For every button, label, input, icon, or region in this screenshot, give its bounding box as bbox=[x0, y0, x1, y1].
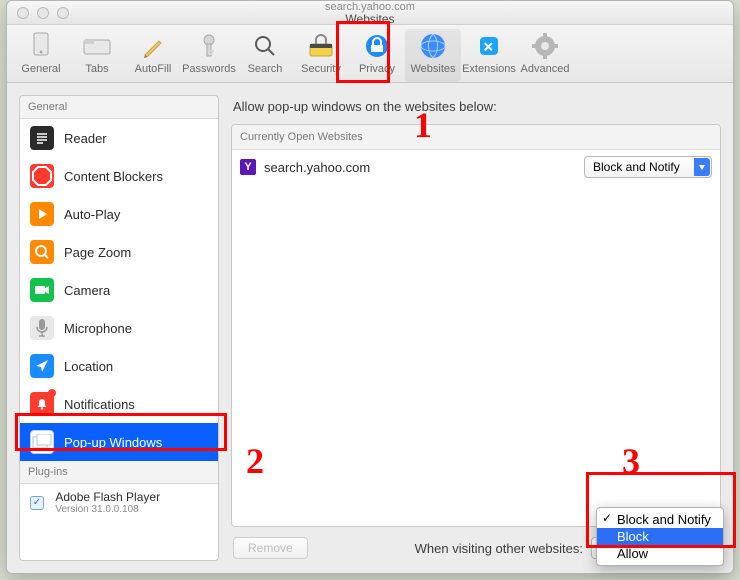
default-setting-menu[interactable]: Block and Notify Block Allow bbox=[596, 507, 724, 566]
camera-icon bbox=[30, 278, 54, 302]
microphone-icon bbox=[30, 316, 54, 340]
reader-icon bbox=[30, 126, 54, 150]
toolbar-label: Extensions bbox=[462, 63, 516, 75]
location-icon bbox=[30, 354, 54, 378]
main-heading: Allow pop-up windows on the websites bel… bbox=[233, 99, 719, 114]
websites-panel: Currently Open Websites Ysearch.yahoo.co… bbox=[231, 124, 721, 527]
sidebar-item-location[interactable]: Location bbox=[20, 347, 218, 385]
main-pane: Allow pop-up windows on the websites bel… bbox=[231, 95, 721, 561]
toolbar-passwords[interactable]: Passwords bbox=[181, 29, 237, 82]
website-name: Ysearch.yahoo.com bbox=[240, 159, 370, 175]
website-url: search.yahoo.com bbox=[264, 160, 370, 175]
plugin-checkbox[interactable]: ✓ bbox=[30, 496, 44, 510]
toolbar-label: Privacy bbox=[359, 63, 395, 75]
plugin-name: Adobe Flash Player bbox=[55, 490, 160, 504]
sidebar-item-label: Content Blockers bbox=[64, 169, 163, 184]
preferences-window: search.yahoo.com Websites General Tabs A… bbox=[6, 0, 734, 574]
websites-icon bbox=[418, 31, 448, 61]
general-icon bbox=[26, 31, 56, 61]
security-icon bbox=[306, 31, 336, 61]
preferences-toolbar: General Tabs AutoFill Passwords Search S… bbox=[7, 25, 733, 83]
sidebar-item-contentblockers[interactable]: Content Blockers bbox=[20, 157, 218, 195]
sidebar-item-reader[interactable]: Reader bbox=[20, 119, 218, 157]
extensions-icon bbox=[474, 31, 504, 61]
search-icon bbox=[250, 31, 280, 61]
titlebar[interactable]: search.yahoo.com Websites bbox=[7, 1, 733, 25]
sidebar-item-label: Page Zoom bbox=[64, 245, 131, 260]
toolbar-security[interactable]: Security bbox=[293, 29, 349, 82]
menu-option-block[interactable]: Block bbox=[597, 528, 723, 545]
sidebar-item-label: Reader bbox=[64, 131, 107, 146]
toolbar-advanced[interactable]: Advanced bbox=[517, 29, 573, 82]
toolbar-label: Websites bbox=[410, 63, 455, 75]
toolbar-label: Search bbox=[248, 63, 283, 75]
sidebar-item-camera[interactable]: Camera bbox=[20, 271, 218, 309]
sidebar-header-general: General bbox=[20, 96, 218, 119]
website-row[interactable]: Ysearch.yahoo.com Block and Notify bbox=[232, 150, 720, 184]
pagezoom-icon bbox=[30, 240, 54, 264]
sidebar: General Reader Content Blockers Auto-Pla… bbox=[19, 95, 219, 561]
toolbar-label: General bbox=[21, 63, 60, 75]
tabs-icon bbox=[82, 31, 112, 61]
popups-icon bbox=[30, 430, 54, 454]
toolbar-privacy[interactable]: Privacy bbox=[349, 29, 405, 82]
select-value: Block and Notify bbox=[593, 160, 680, 174]
toolbar-tabs[interactable]: Tabs bbox=[69, 29, 125, 82]
privacy-icon bbox=[362, 31, 392, 61]
sidebar-item-microphone[interactable]: Microphone bbox=[20, 309, 218, 347]
toolbar-label: Security bbox=[301, 63, 341, 75]
remove-button[interactable]: Remove bbox=[233, 537, 308, 559]
panel-header: Currently Open Websites bbox=[232, 125, 720, 150]
sidebar-item-label: Camera bbox=[64, 283, 110, 298]
notifications-badge bbox=[48, 389, 56, 397]
toolbar-websites[interactable]: Websites bbox=[405, 29, 461, 82]
window-title-small: search.yahoo.com bbox=[7, 1, 733, 13]
sidebar-item-pagezoom[interactable]: Page Zoom bbox=[20, 233, 218, 271]
autoplay-icon bbox=[30, 202, 54, 226]
sidebar-header-plugins: Plug-ins bbox=[20, 461, 218, 484]
footer-label: When visiting other websites: bbox=[415, 541, 583, 556]
sidebar-item-label: Pop-up Windows bbox=[64, 435, 162, 450]
plugin-flash[interactable]: ✓ Adobe Flash Player Version 31.0.0.108 bbox=[20, 484, 218, 521]
website-setting-select[interactable]: Block and Notify bbox=[584, 156, 712, 178]
window-title: Websites bbox=[7, 13, 733, 25]
contentblockers-icon bbox=[30, 164, 54, 188]
menu-option-allow[interactable]: Allow bbox=[597, 545, 723, 562]
toolbar-label: Passwords bbox=[182, 63, 236, 75]
sidebar-item-label: Microphone bbox=[64, 321, 132, 336]
sidebar-item-label: Location bbox=[64, 359, 113, 374]
toolbar-general[interactable]: General bbox=[13, 29, 69, 82]
toolbar-label: AutoFill bbox=[135, 63, 172, 75]
chevron-down-icon bbox=[694, 158, 710, 176]
yahoo-icon: Y bbox=[240, 159, 256, 175]
toolbar-extensions[interactable]: Extensions bbox=[461, 29, 517, 82]
plugin-version: Version 31.0.0.108 bbox=[55, 504, 160, 515]
menu-option-block-notify[interactable]: Block and Notify bbox=[597, 511, 723, 528]
sidebar-item-autoplay[interactable]: Auto-Play bbox=[20, 195, 218, 233]
advanced-icon bbox=[530, 31, 560, 61]
autofill-icon bbox=[138, 31, 168, 61]
sidebar-item-popups[interactable]: Pop-up Windows bbox=[20, 423, 218, 461]
toolbar-search[interactable]: Search bbox=[237, 29, 293, 82]
sidebar-item-notifications[interactable]: Notifications bbox=[20, 385, 218, 423]
passwords-icon bbox=[194, 31, 224, 61]
sidebar-item-label: Notifications bbox=[64, 397, 135, 412]
sidebar-item-label: Auto-Play bbox=[64, 207, 120, 222]
toolbar-autofill[interactable]: AutoFill bbox=[125, 29, 181, 82]
toolbar-label: Advanced bbox=[521, 63, 570, 75]
toolbar-label: Tabs bbox=[85, 63, 108, 75]
